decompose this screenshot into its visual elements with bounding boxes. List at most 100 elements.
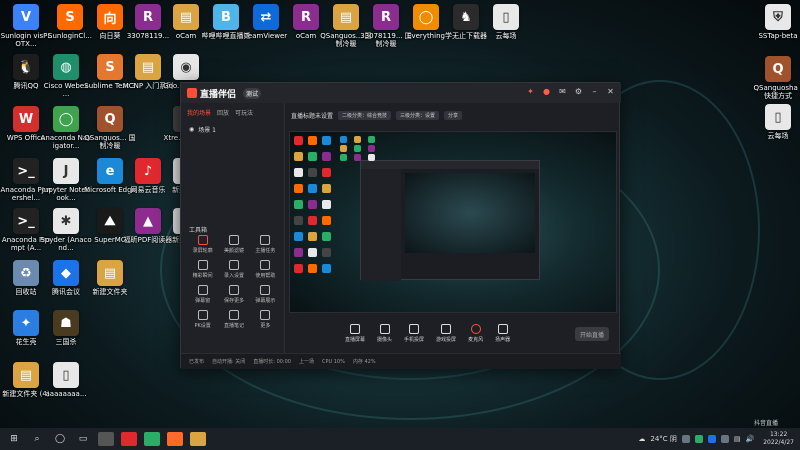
status-item: 直播时长: 00:00 <box>253 359 291 365</box>
stream-title[interactable]: 直播标题未设置 <box>291 111 333 120</box>
preview-desktop-icon <box>294 152 303 161</box>
app-logo: 直播伴侣 测试 <box>187 87 262 100</box>
desktop-icon-label: QSanguos... 国制冷暖 <box>84 134 136 150</box>
taskbar-app-netease[interactable] <box>121 432 137 446</box>
tool-item[interactable]: 精彩瞬间 <box>187 260 218 279</box>
taskbar-app-live[interactable] <box>167 432 183 446</box>
windows-start-icon[interactable]: ⊞ <box>6 431 22 447</box>
tool-icon <box>260 260 271 270</box>
preview-desktop-icon <box>308 232 317 241</box>
live-control-item[interactable]: 麦克风 <box>468 323 483 343</box>
tab-my-scenes[interactable]: 我的场景 <box>187 108 211 117</box>
preview-desktop-icon <box>368 136 375 143</box>
desktop-icon-anaconda-nav[interactable]: ◯ Anaconda Navigator... <box>41 106 91 164</box>
tool-item[interactable]: 录屏轮廓 <box>187 235 218 254</box>
tab-games[interactable]: 可玩法 <box>235 108 253 117</box>
tool-item[interactable]: 使用帮助 <box>250 260 281 279</box>
desktop-icon-qsanguosha2[interactable]: Q QSanguos... 国制冷暖 <box>84 106 136 164</box>
microphone-icon <box>470 323 481 334</box>
live-control-label: 扬声器 <box>495 336 511 343</box>
desktop-icon-webex[interactable]: ◍ Cisco Webex ... <box>44 54 88 112</box>
tool-item[interactable]: 美颜滤镜 <box>218 235 249 254</box>
network-icon[interactable]: ▤ <box>734 435 741 443</box>
desktop-icon-aaaa[interactable]: ▯ aaaaaaaa... <box>44 362 88 420</box>
desktop-icon-spyder[interactable]: ✱ Spyder (Anacond... <box>40 208 92 266</box>
tray-icon[interactable] <box>707 435 716 443</box>
wps-icon: W <box>13 106 39 132</box>
preview-desktop-icon <box>308 184 317 193</box>
app-logo-icon <box>187 88 197 98</box>
preview-desktop-icon <box>308 136 317 145</box>
start-live-button[interactable]: 开始直播 <box>575 327 609 341</box>
tool-icon <box>228 260 239 270</box>
live-control-item[interactable]: 直播屏幕 <box>345 323 365 343</box>
live-control-label: 摄像头 <box>377 336 393 343</box>
record-icon[interactable]: ● <box>542 87 551 96</box>
ocam2-icon: R <box>293 4 319 30</box>
live-control-item[interactable]: 摄像头 <box>377 323 393 343</box>
live-control-label: 游戏投屏 <box>436 336 457 343</box>
qq-icon: 🐧 <box>13 54 39 80</box>
tray-icon[interactable] <box>694 435 703 443</box>
taskbar-app-wechat[interactable] <box>144 432 160 446</box>
scene-item[interactable]: ◉ 场景 1 <box>181 122 284 137</box>
tool-item[interactable]: 保存更多 <box>218 285 249 304</box>
live-control-item[interactable]: 扬声器 <box>495 323 511 343</box>
control-icon <box>441 323 452 334</box>
tool-icon <box>197 260 208 270</box>
taskbar: ⊞ ⌕ ◯ ▭ ☁ 24°C 阴 ▤ 🔊 13:22 2022/4/27 <box>0 428 800 450</box>
cortana-icon[interactable]: ◯ <box>52 431 68 447</box>
taskbar-app-1[interactable] <box>98 432 114 446</box>
close-icon[interactable]: ✕ <box>606 87 615 96</box>
tool-item[interactable]: 主播任务 <box>250 235 281 254</box>
live-control-item[interactable]: 游戏投屏 <box>436 323 457 343</box>
message-icon[interactable]: ✉ <box>558 87 567 96</box>
app-name: 直播伴侣 <box>200 89 237 100</box>
tool-icon <box>228 285 239 295</box>
preview-desktop-icon <box>294 232 303 241</box>
desktop-icon-sstap[interactable]: ⛨ SSTap-beta <box>756 4 800 62</box>
preview-desktop-icon <box>368 154 375 161</box>
tool-item[interactable]: 弹幕展示 <box>250 285 281 304</box>
xiangrikui-icon: 向 <box>97 4 123 30</box>
spyder-icon: ✱ <box>53 208 79 234</box>
eye-icon[interactable]: ◉ <box>189 126 194 133</box>
preview-desktop-icon <box>322 248 331 257</box>
scene-label: 场景 1 <box>198 127 216 134</box>
tool-item[interactable]: 直播笔记 <box>218 310 249 329</box>
tool-item[interactable]: 录入设置 <box>218 260 249 279</box>
desktop-icon-newfolder[interactable]: ▤ 新建文件夹 <box>88 260 132 318</box>
tray-icon[interactable] <box>681 435 690 443</box>
subcategory-chip[interactable]: 三级分类：设置 <box>396 110 440 120</box>
taskbar-app-folder[interactable] <box>190 432 206 446</box>
gift-icon[interactable]: ✦ <box>526 87 535 96</box>
tool-label: PK设置 <box>194 323 211 329</box>
version-badge: 测试 <box>243 87 262 99</box>
tray-icon[interactable] <box>720 435 729 443</box>
stream-preview[interactable] <box>289 131 617 313</box>
tool-item[interactable]: 弹幕窗 <box>187 285 218 304</box>
weather-icon[interactable]: ☁ <box>638 435 645 443</box>
status-item: 内存 42% <box>352 359 376 365</box>
volume-icon[interactable]: 🔊 <box>746 435 755 443</box>
tab-playback[interactable]: 回放 <box>217 108 229 117</box>
desktop-icon-sanguosha[interactable]: ☗ 三国杀 <box>44 310 88 368</box>
tool-item[interactable]: 更多 <box>250 310 281 329</box>
search-icon[interactable]: ⌕ <box>29 431 45 447</box>
live-control-label: 手机投屏 <box>404 336 425 343</box>
live-control-item[interactable]: 手机投屏 <box>404 323 425 343</box>
settings-icon[interactable]: ⚙ <box>574 87 583 96</box>
share-chip[interactable]: 分享 <box>444 110 463 120</box>
desktop-icon-yunzhuofu2[interactable]: ▯ 云每场 <box>756 104 800 162</box>
category-chip[interactable]: 二级分类：综合竞技 <box>338 110 392 120</box>
desktop-icon-yunzhuofu[interactable]: ▯ 云每场 <box>484 4 528 62</box>
preview-desktop-icon <box>308 216 317 225</box>
control-icon <box>497 323 508 334</box>
clock[interactable]: 13:22 2022/4/27 <box>763 431 794 447</box>
minimize-icon[interactable]: – <box>590 87 599 96</box>
status-bar: 已发布 自动开播: 关闭 直播时长: 00:00 上一场 CPU 10% 内存 42% <box>181 353 621 369</box>
app-titlebar[interactable]: 直播伴侣 测试 ✦ ● ✉ ⚙ – ✕ <box>181 83 621 103</box>
weather-text[interactable]: 24°C 阴 <box>650 434 677 444</box>
tool-item[interactable]: PK设置 <box>187 310 218 329</box>
task-view-icon[interactable]: ▭ <box>75 431 91 447</box>
